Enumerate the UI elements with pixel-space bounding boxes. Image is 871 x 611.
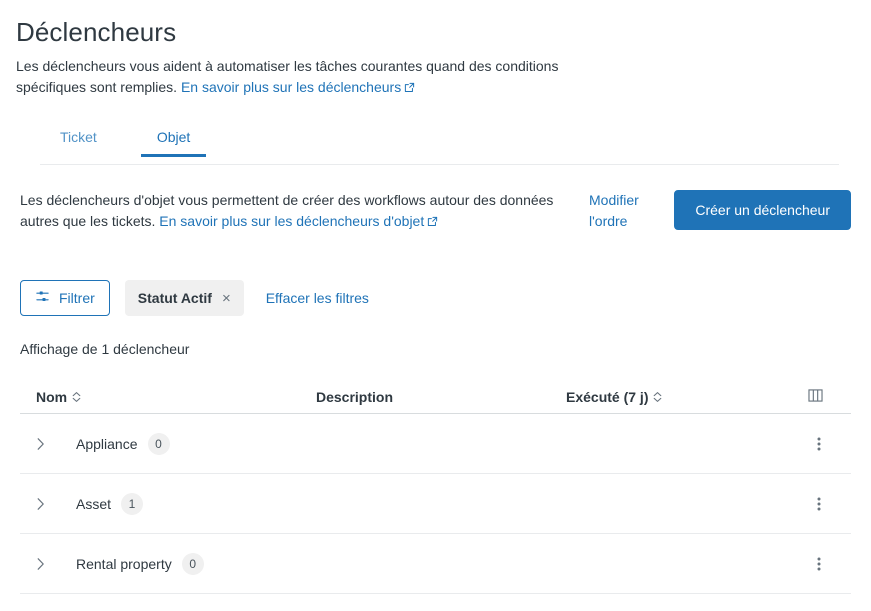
page-description: Les déclencheurs vous aident à automatis… [16, 56, 576, 99]
create-trigger-button[interactable]: Créer un déclencheur [674, 190, 851, 230]
tab-list: Ticket Objet [16, 129, 855, 165]
triggers-page: Déclencheurs Les déclencheurs vous aiden… [0, 0, 871, 611]
triggers-table: Nom Description Exécuté (7 j) Appliance … [16, 381, 855, 594]
expand-row-button[interactable] [36, 557, 76, 571]
column-settings-button[interactable] [795, 387, 835, 407]
learn-more-triggers-link[interactable]: En savoir plus sur les déclencheurs [181, 79, 415, 95]
columns-icon [807, 387, 824, 407]
table-row[interactable]: Rental property 0 [20, 534, 851, 594]
page-title: Déclencheurs [16, 17, 177, 47]
learn-more-triggers-label: En savoir plus sur les déclencheurs [180, 79, 402, 95]
trigger-category-name[interactable]: Asset [76, 496, 111, 512]
table-header-row: Nom Description Exécuté (7 j) [20, 381, 851, 414]
tab-ticket[interactable]: Ticket [44, 129, 113, 157]
external-link-icon [427, 212, 438, 233]
column-header-executed[interactable]: Exécuté (7 j) [566, 389, 795, 405]
table-row[interactable]: Appliance 0 [20, 414, 851, 474]
trigger-count-badge: 1 [121, 492, 144, 515]
expand-row-button[interactable] [36, 497, 76, 511]
external-link-icon [404, 78, 415, 99]
filter-button-label: Filtrer [59, 290, 95, 306]
row-actions-button[interactable] [799, 556, 839, 572]
intro-actions: Modifier l'ordre Créer un déclencheur [565, 190, 851, 232]
column-header-description: Description [316, 389, 566, 405]
sort-icon[interactable] [72, 391, 81, 403]
sort-icon[interactable] [653, 391, 662, 403]
row-name-cell: Rental property 0 [76, 552, 799, 575]
learn-more-object-triggers-link[interactable]: En savoir plus sur les déclencheurs d'ob… [159, 213, 438, 229]
learn-more-object-triggers-label: En savoir plus sur les déclencheurs d'ob… [159, 213, 425, 229]
column-header-name-label: Nom [36, 389, 68, 405]
result-count: Affichage de 1 déclencheur [20, 341, 190, 357]
close-icon[interactable]: × [222, 291, 231, 306]
table-row[interactable]: Asset 1 [20, 474, 851, 534]
filter-chip-label: Statut Actif [137, 290, 212, 306]
object-triggers-intro: Les déclencheurs d'objet vous permettent… [16, 190, 855, 233]
filter-button[interactable]: Filtrer [20, 280, 110, 316]
expand-row-button[interactable] [36, 437, 76, 451]
row-actions-button[interactable] [799, 436, 839, 452]
filter-chip-statut-actif[interactable]: Statut Actif × [124, 280, 244, 316]
row-name-cell: Asset 1 [76, 492, 799, 515]
trigger-count-badge: 0 [147, 432, 170, 455]
column-header-executed-label: Exécuté (7 j) [566, 389, 649, 405]
trigger-category-name[interactable]: Rental property [76, 556, 172, 572]
clear-filters-link[interactable]: Effacer les filtres [266, 290, 369, 306]
reorder-link[interactable]: Modifier l'ordre [589, 190, 649, 232]
row-name-cell: Appliance 0 [76, 432, 799, 455]
object-triggers-description: Les déclencheurs d'objet vous permettent… [20, 190, 565, 233]
trigger-count-badge: 0 [181, 552, 204, 575]
tab-objet[interactable]: Objet [140, 129, 207, 157]
trigger-category-name[interactable]: Appliance [76, 436, 138, 452]
column-header-description-label: Description [316, 389, 394, 405]
column-header-name[interactable]: Nom [36, 389, 316, 405]
row-actions-button[interactable] [799, 496, 839, 512]
filter-bar: Filtrer Statut Actif × Effacer les filtr… [16, 280, 855, 316]
filter-icon [35, 289, 50, 307]
